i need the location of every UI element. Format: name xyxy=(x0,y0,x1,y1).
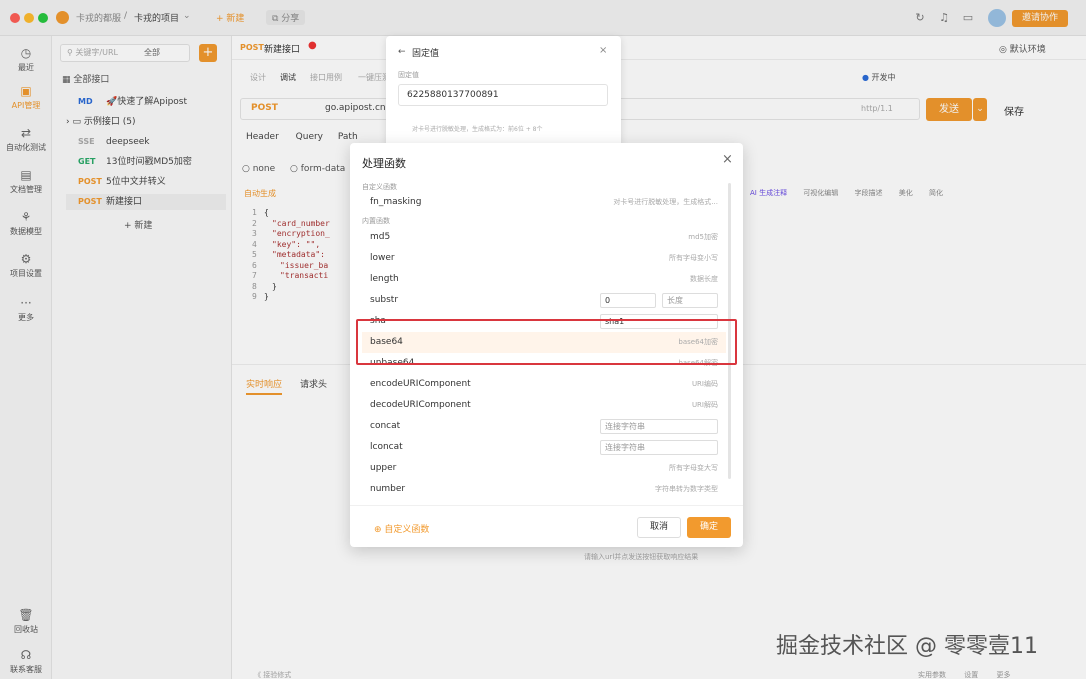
function-name: decodeURIComponent xyxy=(370,400,471,410)
function-row[interactable]: md5 md5加密 xyxy=(370,227,718,248)
function-row[interactable]: length 数据长度 xyxy=(370,269,718,290)
function-desc: 所有字母变大写 xyxy=(669,464,718,472)
function-row[interactable]: concat 连接字符串 xyxy=(370,416,718,437)
function-desc: 字符串转为数字类型 xyxy=(655,485,718,493)
function-row[interactable]: unbase64 base64解密 xyxy=(370,353,718,374)
function-name: unbase64 xyxy=(370,358,415,368)
function-name: upper xyxy=(370,463,397,473)
modal-footer-divider xyxy=(350,505,743,506)
close-icon[interactable]: × xyxy=(722,152,733,167)
function-name: lconcat xyxy=(370,442,403,452)
function-row[interactable]: fn_masking 对卡号进行脱敏处理，生成格式... xyxy=(370,192,718,213)
watermark-text: 掘金技术社区 @ 零零壹11 xyxy=(776,634,1038,659)
function-row[interactable]: decodeURIComponent URI解码 xyxy=(370,395,718,416)
function-row-highlighted[interactable]: base64 base64加密 xyxy=(362,332,726,353)
popover-title: 固定值 xyxy=(412,49,440,59)
function-desc: md5加密 xyxy=(688,233,718,241)
function-desc: 对卡号进行脱敏处理，生成格式... xyxy=(613,198,718,206)
function-name: length xyxy=(370,274,399,284)
function-name: base64 xyxy=(370,337,403,347)
function-name: number xyxy=(370,484,406,494)
function-name: encodeURIComponent xyxy=(370,379,471,389)
function-name: sha xyxy=(370,316,386,326)
scrollbar[interactable] xyxy=(728,183,731,479)
close-icon[interactable]: × xyxy=(599,45,607,56)
function-row[interactable]: substr 0 长度 xyxy=(370,290,718,311)
process-function-modal: 处理函数 × 自定义函数 fn_masking 对卡号进行脱敏处理，生成格式...… xyxy=(350,143,743,547)
function-desc: base64加密 xyxy=(678,338,718,346)
custom-functions-label: 自定义函数 xyxy=(362,183,397,191)
substr-start-input[interactable]: 0 xyxy=(600,293,656,308)
function-name: concat xyxy=(370,421,401,431)
function-row[interactable]: lconcat 连接字符串 xyxy=(370,437,718,458)
function-row[interactable]: upper 所有字母变大写 xyxy=(370,458,718,479)
substr-length-input[interactable]: 长度 xyxy=(662,293,718,308)
function-desc: 数据长度 xyxy=(690,275,718,283)
modal-title: 处理函数 xyxy=(362,157,406,170)
function-row[interactable]: sha sha1 xyxy=(370,311,718,332)
builtin-functions-label: 内置函数 xyxy=(362,217,390,225)
sha-algorithm-select[interactable]: sha1 xyxy=(600,314,718,329)
confirm-button[interactable]: 确定 xyxy=(687,517,731,538)
plus-circle-icon: ⊕ xyxy=(374,525,385,535)
function-name: fn_masking xyxy=(370,197,422,207)
back-arrow-icon[interactable]: ← xyxy=(398,47,406,57)
function-name: substr xyxy=(370,295,399,305)
concat-input[interactable]: 连接字符串 xyxy=(600,419,718,434)
lconcat-input[interactable]: 连接字符串 xyxy=(600,440,718,455)
custom-function-link[interactable]: ⊕ 自定义函数 xyxy=(374,522,429,535)
popover-field-label: 固定值 xyxy=(398,71,419,79)
function-name: md5 xyxy=(370,232,391,242)
fixed-value-popover: ← 固定值 × 固定值 6225880137700891 对卡号进行脱敏处理，生… xyxy=(386,36,621,150)
function-desc: 所有字母变小写 xyxy=(669,254,718,262)
function-desc: URI解码 xyxy=(691,401,718,409)
fixed-value-input[interactable]: 6225880137700891 xyxy=(398,84,608,106)
popover-description: 对卡号进行脱敏处理，生成格式为：前6位 + 8个 xyxy=(412,126,543,133)
cancel-button[interactable]: 取消 xyxy=(637,517,681,538)
function-desc: URI编码 xyxy=(691,380,718,388)
function-row[interactable]: encodeURIComponent URI编码 xyxy=(370,374,718,395)
custom-function-label: 自定义函数 xyxy=(384,525,430,535)
function-desc: base64解密 xyxy=(678,359,718,367)
function-row[interactable]: lower 所有字母变小写 xyxy=(370,248,718,269)
function-row[interactable]: number 字符串转为数字类型 xyxy=(370,479,718,500)
function-name: lower xyxy=(370,253,395,263)
